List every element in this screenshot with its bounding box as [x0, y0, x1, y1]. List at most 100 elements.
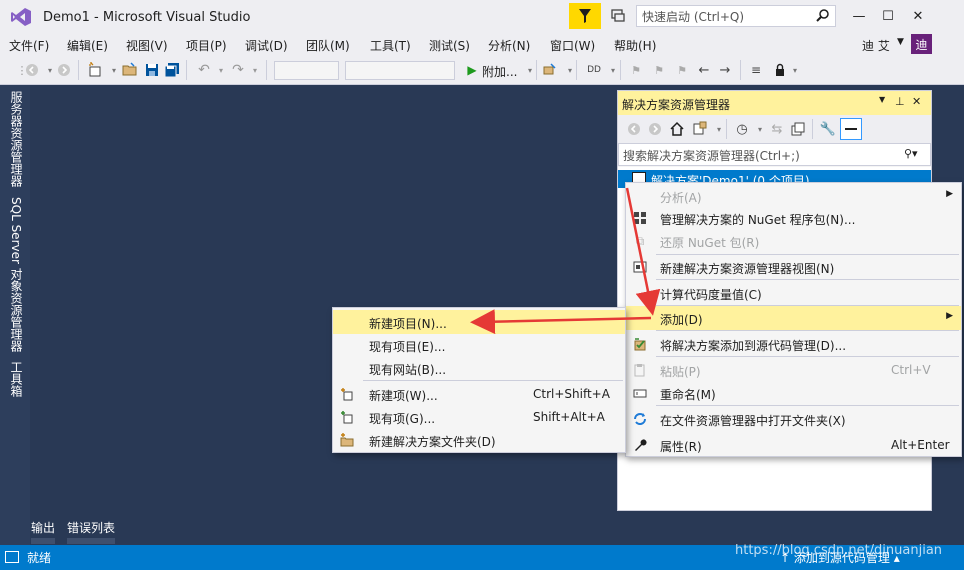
menu-view[interactable]: 视图(V): [126, 37, 168, 54]
browser-link-icon[interactable]: [542, 62, 558, 78]
menu-item-existing-project[interactable]: 现有项目(E)...: [333, 333, 625, 357]
rename-icon: [632, 385, 648, 401]
tab-toolbox[interactable]: 工具箱: [8, 361, 25, 397]
minimize-button[interactable]: —: [845, 5, 873, 27]
step-icon[interactable]: DD: [586, 62, 602, 78]
menu-item-label: 新建项(W)...: [369, 389, 438, 403]
menu-file[interactable]: 文件(F): [9, 37, 49, 54]
new-project-icon[interactable]: [87, 62, 103, 78]
switch-views-icon[interactable]: [692, 121, 708, 137]
menu-item-manage-nuget[interactable]: 管理解决方案的 NuGet 程序包(N)...: [626, 206, 961, 230]
se-back-icon[interactable]: [626, 121, 642, 137]
properties-wrench-icon[interactable]: 🔧: [820, 121, 836, 137]
menu-item-existing-item[interactable]: 现有项(G)... Shift+Alt+A: [333, 405, 625, 429]
menu-window[interactable]: 窗口(W): [550, 37, 595, 54]
attach-button[interactable]: 附加...: [482, 63, 517, 80]
feedback-icon[interactable]: [610, 8, 626, 24]
menu-item-code-metrics[interactable]: 计算代码度量值(C): [626, 281, 961, 305]
start-debug-icon[interactable]: ▶: [464, 62, 480, 78]
menu-item-existing-website[interactable]: 现有网站(B)...: [333, 356, 625, 380]
comment-icon[interactable]: ≡: [748, 62, 764, 78]
forward-icon[interactable]: [56, 62, 72, 78]
se-forward-icon[interactable]: [647, 121, 663, 137]
tab-sql-server-explorer[interactable]: SQL Server 对象资源管理器: [8, 197, 25, 352]
solution-explorer-toolbar: ▾ ◷ ▾ ⇆ 🔧: [618, 115, 931, 143]
menu-item-new-item[interactable]: 新建项(W)... Ctrl+Shift+A: [333, 382, 625, 406]
toolbar-options-icon[interactable]: ▾: [787, 62, 803, 78]
bookmark-icon[interactable]: ⚑: [628, 62, 644, 78]
pin-icon[interactable]: ⊥: [895, 95, 905, 108]
menu-test[interactable]: 测试(S): [429, 37, 470, 54]
menu-project[interactable]: 项目(P): [186, 37, 227, 54]
save-icon[interactable]: [144, 62, 160, 78]
tab-output[interactable]: 输出: [31, 519, 55, 536]
menu-tools[interactable]: 工具(T): [370, 37, 411, 54]
redo-icon[interactable]: ↷: [230, 62, 246, 78]
maximize-button[interactable]: ☐: [874, 5, 902, 27]
panel-menu-icon[interactable]: ▼: [879, 95, 885, 104]
sync-icon[interactable]: ⇆: [769, 121, 785, 137]
menu-item-shortcut: Alt+Enter: [891, 438, 950, 452]
menu-bar: 文件(F) 编辑(E) 视图(V) 项目(P) 调试(D) 团队(M) 工具(T…: [0, 34, 964, 56]
menu-item-label: 添加(D): [660, 313, 703, 327]
home-icon[interactable]: [669, 121, 685, 137]
notification-filter-icon[interactable]: [569, 3, 601, 29]
menu-item-properties[interactable]: 属性(R) Alt+Enter: [626, 433, 961, 457]
search-icon[interactable]: [816, 8, 830, 22]
menu-item-add-to-source-control[interactable]: 将解决方案添加到源代码管理(D)...: [626, 332, 961, 356]
step-dropdown-icon[interactable]: ▾: [605, 62, 621, 78]
menu-item-new-solution-folder[interactable]: 新建解决方案文件夹(D): [333, 428, 625, 452]
close-button[interactable]: ✕: [904, 5, 932, 27]
panel-close-icon[interactable]: ✕: [912, 95, 921, 108]
menu-item-new-explorer-view[interactable]: 新建解决方案资源管理器视图(N): [626, 255, 961, 279]
paste-icon: [632, 362, 648, 378]
quick-launch-input[interactable]: 快速启动 (Ctrl+Q): [636, 5, 836, 27]
new-view-icon: [632, 259, 648, 275]
pending-dropdown-icon[interactable]: ▾: [752, 121, 768, 137]
lock-icon[interactable]: [772, 62, 788, 78]
tab-server-explorer[interactable]: 服务器资源管理器: [8, 91, 25, 187]
existing-item-icon: [339, 409, 355, 425]
new-dropdown-icon[interactable]: ▾: [106, 62, 122, 78]
undo-dropdown-icon[interactable]: ▾: [213, 62, 229, 78]
undo-icon[interactable]: ↶: [196, 62, 212, 78]
navigate-backward-icon[interactable]: ←: [696, 62, 712, 78]
menu-team[interactable]: 团队(M): [306, 37, 350, 54]
navigate-forward-icon[interactable]: →: [717, 62, 733, 78]
menu-item-label: 还原 NuGet 包(R): [660, 236, 760, 250]
next-bookmark-icon[interactable]: ⚑: [674, 62, 690, 78]
tab-error-list[interactable]: 错误列表: [67, 519, 115, 536]
error-list-tab-marker: [67, 538, 115, 544]
back-icon[interactable]: [24, 62, 40, 78]
menu-item-restore-nuget[interactable]: ⧉ 还原 NuGet 包(R): [626, 229, 961, 253]
avatar[interactable]: 迪: [911, 34, 932, 54]
pending-changes-icon[interactable]: ◷: [734, 121, 750, 137]
menu-item-label: 计算代码度量值(C): [660, 288, 762, 302]
chevron-down-icon[interactable]: ▼: [897, 37, 904, 47]
preview-selected-icon[interactable]: [840, 118, 862, 140]
menu-item-paste[interactable]: 粘贴(P) Ctrl+V: [626, 358, 961, 382]
menu-debug[interactable]: 调试(D): [245, 37, 288, 54]
switch-views-dropdown-icon[interactable]: ▾: [711, 121, 727, 137]
menu-item-open-in-explorer[interactable]: 在文件资源管理器中打开文件夹(X): [626, 407, 961, 431]
menu-item-label: 现有项(G)...: [369, 412, 436, 426]
menu-edit[interactable]: 编辑(E): [67, 37, 108, 54]
menu-item-add[interactable]: 添加(D) ▶: [626, 306, 961, 330]
menu-item-shortcut: Ctrl+Shift+A: [533, 387, 610, 401]
user-name[interactable]: 迪 艾: [862, 37, 890, 54]
save-all-icon[interactable]: [164, 62, 180, 78]
menu-help[interactable]: 帮助(H): [614, 37, 656, 54]
open-file-icon[interactable]: [122, 62, 138, 78]
search-icon[interactable]: ⚲▾: [904, 147, 918, 160]
solution-configuration-select[interactable]: [274, 61, 339, 80]
collapse-all-icon[interactable]: [790, 121, 806, 137]
menu-item-analyze[interactable]: 分析(A) ▶: [626, 184, 961, 208]
solution-explorer-title: 解决方案资源管理器: [622, 98, 731, 112]
menu-item-rename[interactable]: 重命名(M): [626, 381, 961, 405]
prev-bookmark-icon[interactable]: ⚑: [651, 62, 667, 78]
left-tool-tabs: 服务器资源管理器 SQL Server 对象资源管理器 工具箱: [0, 85, 30, 545]
menu-analyze[interactable]: 分析(N): [488, 37, 530, 54]
redo-dropdown-icon[interactable]: ▾: [247, 62, 263, 78]
menu-item-new-project[interactable]: 新建项目(N)...: [333, 310, 625, 334]
solution-platform-select[interactable]: [345, 61, 455, 80]
